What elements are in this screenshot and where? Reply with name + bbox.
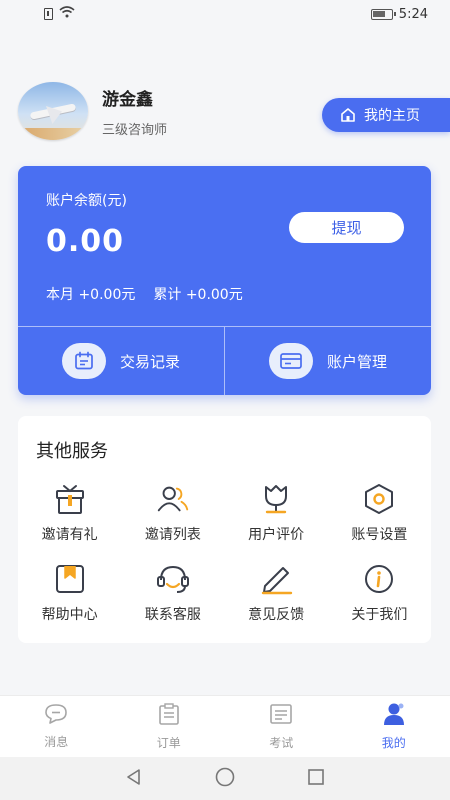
status-icons-right: 5:24 [370,6,428,22]
headset-icon [155,562,191,596]
status-time: 5:24 [398,6,428,22]
gift-icon [52,482,88,516]
nav-label: 消息 [44,735,69,749]
service-label: 邀请列表 [144,527,201,543]
info-icon [361,562,397,596]
service-label: 邀请有礼 [41,527,98,543]
transaction-records-label: 交易记录 [119,352,180,371]
service-user-reviews[interactable]: 用户评价 [225,482,328,548]
bookmark-book-icon [52,562,88,596]
service-label: 用户评价 [248,527,305,543]
service-contact-support[interactable]: 联系客服 [121,562,224,628]
calendar-icon [61,343,106,379]
nav-label: 我的 [381,736,406,750]
chat-icon [43,703,69,729]
total-value: +0.00元 [185,287,243,303]
service-label: 帮助中心 [41,607,98,623]
other-services-card: 其他服务 邀请有礼 邀请列表 用户评价 账号设置 帮助中心 联系客服 意见反馈 … [18,416,431,643]
total-label: 累计 [153,287,182,303]
home-icon [340,107,356,123]
hexagon-settings-icon [361,482,397,516]
pen-icon [258,562,294,596]
sim-icon [44,8,53,20]
service-label: 账号设置 [351,527,408,543]
month-stat: 本月 +0.00元 [46,284,135,304]
balance-card: 账户余额(元) 0.00 提现 本月 +0.00元 累计 +0.00元 交易记录 [18,166,431,395]
user-name: 游金鑫 [102,89,153,110]
balance-amount: 0.00 [46,224,125,259]
service-label: 联系客服 [144,607,201,623]
transaction-records-button[interactable]: 交易记录 [18,327,224,395]
bottom-nav: 消息 订单 考试 我的 [0,695,450,757]
status-bar: 5:24 [0,0,450,28]
services-grid: 邀请有礼 邀请列表 用户评价 账号设置 帮助中心 联系客服 意见反馈 关于我们 [18,482,431,628]
nav-mine[interactable]: 我的 [338,696,450,757]
service-feedback[interactable]: 意见反馈 [225,562,328,628]
status-icons-left [44,6,75,22]
service-help-center[interactable]: 帮助中心 [18,562,121,628]
service-invite-list[interactable]: 邀请列表 [121,482,224,548]
balance-label: 账户余额(元) [46,193,127,209]
service-label: 意见反馈 [248,607,305,623]
total-stat: 累计 +0.00元 [153,284,242,304]
recents-icon[interactable] [306,767,326,791]
my-homepage-button[interactable]: 我的主页 [322,98,450,132]
service-label: 关于我们 [351,607,408,623]
exam-icon [269,702,293,730]
service-about-us[interactable]: 关于我们 [328,562,431,628]
wifi-icon [59,6,75,22]
tulip-icon [258,482,294,516]
balance-stats: 本月 +0.00元 累计 +0.00元 [46,284,243,304]
nav-orders[interactable]: 订单 [113,696,226,757]
nav-label: 订单 [156,736,181,750]
withdraw-button[interactable]: 提现 [289,212,404,243]
users-icon [155,482,191,516]
avatar[interactable] [18,82,88,140]
service-account-settings[interactable]: 账号设置 [328,482,431,548]
battery-icon [370,8,396,20]
month-label: 本月 [46,287,74,303]
profile-header: 游金鑫 三级咨询师 [18,82,167,140]
service-invite-gift[interactable]: 邀请有礼 [18,482,121,548]
user-title: 三级咨询师 [102,122,168,138]
back-icon[interactable] [124,767,144,791]
system-nav-bar [0,757,450,800]
home-circle-icon[interactable] [214,766,236,792]
nav-messages[interactable]: 消息 [0,696,113,757]
nav-label: 考试 [269,736,294,750]
account-management-label: 账户管理 [326,352,387,371]
month-value: +0.00元 [78,287,136,303]
services-title: 其他服务 [36,441,108,462]
clipboard-icon [157,702,181,730]
card-icon [268,343,313,379]
account-management-button[interactable]: 账户管理 [225,327,431,395]
nav-exams[interactable]: 考试 [225,696,338,757]
my-homepage-label: 我的主页 [364,108,420,124]
person-icon [381,702,407,730]
